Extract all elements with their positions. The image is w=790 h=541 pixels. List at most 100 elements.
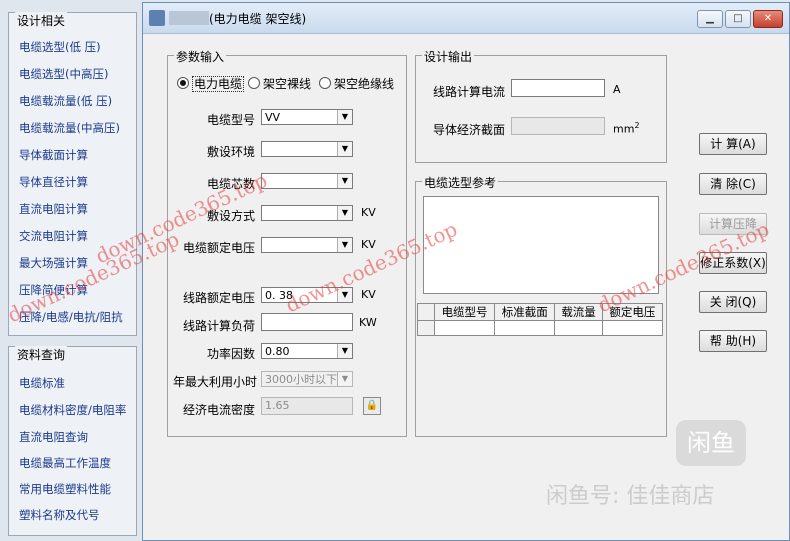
hours-select[interactable]: 3000小时以下 ▼ <box>261 371 353 387</box>
xianyu-watermark-text: 闲鱼号: 佳佳商店 <box>546 484 715 509</box>
help-button[interactable]: 帮 助(H) <box>699 330 767 352</box>
calculate-button[interactable]: 计 算(A) <box>699 133 767 155</box>
reference-table-header: 电缆型号 标准截面 载流量 额定电压 <box>417 303 664 321</box>
method-label: 敷设方式 <box>206 209 255 223</box>
radio-power-cable[interactable]: 电力电缆 <box>177 75 245 92</box>
cores-select[interactable]: ▼ <box>261 173 353 189</box>
reference-table: 电缆型号 标准截面 载流量 额定电压 <box>417 303 664 336</box>
rated-voltage-label: 电缆额定电压 <box>182 241 255 255</box>
current-output[interactable] <box>511 79 605 97</box>
load-input[interactable] <box>261 313 353 331</box>
cable-model-label: 电缆型号 <box>206 113 255 127</box>
output-fieldset: 设计输出 <box>415 48 667 163</box>
hours-label: 年最大利用小时 <box>173 375 258 389</box>
section-unit-sup: 2 <box>634 121 640 130</box>
window-title: (电力电缆 架空线) <box>209 12 307 26</box>
line-voltage-value: 0. 38 <box>265 289 293 302</box>
table-cell <box>433 320 496 336</box>
radio-dot <box>319 77 331 89</box>
chevron-down-icon: ▼ <box>337 288 352 302</box>
reference-textarea[interactable] <box>423 196 659 294</box>
nav-item-cable-select-high[interactable]: 电缆选型(中高压) <box>19 66 108 82</box>
nav-item-max-temp[interactable]: 电缆最高工作温度 <box>19 455 111 471</box>
col-header-ampacity: 载流量 <box>554 303 603 321</box>
nav-item-dc-resistance[interactable]: 直流电阻计算 <box>19 201 88 217</box>
rated-voltage-unit: KV <box>361 238 376 251</box>
table-row[interactable] <box>417 320 664 336</box>
clear-button[interactable]: 清 除(C) <box>699 173 767 195</box>
line-voltage-unit: KV <box>361 288 376 301</box>
cable-model-value: VV <box>265 111 281 124</box>
nav-item-dc-resistance-query[interactable]: 直流电阻查询 <box>19 429 88 445</box>
line-voltage-label: 线路额定电压 <box>182 291 255 305</box>
data-group-title: 资料查询 <box>15 346 68 363</box>
col-header-model: 电缆型号 <box>433 303 496 321</box>
env-label: 敷设环境 <box>206 145 255 159</box>
close-window-button[interactable]: ✕ <box>753 10 783 28</box>
nav-item-plastic-names[interactable]: 塑料名称及代号 <box>19 507 100 523</box>
xianyu-logo: 闲鱼 <box>676 420 746 466</box>
chevron-down-icon: ▼ <box>337 142 352 156</box>
nav-item-section-calc[interactable]: 导体截面计算 <box>19 147 88 163</box>
voltage-drop-button[interactable]: 计算压降 <box>699 213 767 235</box>
nav-item-ampacity-low[interactable]: 电缆载流量(低 压) <box>19 93 112 109</box>
power-factor-value: 0.80 <box>265 345 290 358</box>
chevron-down-icon: ▼ <box>337 344 352 358</box>
design-group-title: 设计相关 <box>15 12 68 29</box>
nav-item-cable-standard[interactable]: 电缆标准 <box>19 375 65 391</box>
col-header-blank <box>417 303 435 321</box>
nav-item-ac-resistance[interactable]: 交流电阻计算 <box>19 228 88 244</box>
section-output[interactable] <box>511 117 605 135</box>
title-redacted <box>169 11 209 25</box>
method-unit: KV <box>361 206 376 219</box>
nav-item-ampacity-high[interactable]: 电缆载流量(中高压) <box>19 120 120 136</box>
chevron-down-icon: ▼ <box>337 174 352 188</box>
nav-item-plastic-performance[interactable]: 常用电缆塑料性能 <box>19 481 111 497</box>
chevron-down-icon: ▼ <box>337 110 352 124</box>
chevron-down-icon: ▼ <box>337 238 352 252</box>
design-group: 设计相关 电缆选型(低 压) 电缆选型(中高压) 电缆载流量(低 压) 电缆载流… <box>8 12 137 336</box>
line-voltage-select[interactable]: 0. 38 ▼ <box>261 287 353 303</box>
nav-item-material-density[interactable]: 电缆材料密度/电阻率 <box>19 402 126 418</box>
title-bar[interactable]: (电力电缆 架空线) ▁ □ ✕ <box>143 3 789 34</box>
load-unit: KW <box>359 316 377 329</box>
rated-voltage-select[interactable]: ▼ <box>261 237 353 253</box>
minimize-button[interactable]: ▁ <box>697 10 723 28</box>
nav-item-diameter-calc[interactable]: 导体直径计算 <box>19 174 88 190</box>
radio-insulated-overhead[interactable]: 架空绝缘线 <box>319 75 394 92</box>
radio-dot-selected <box>177 77 189 89</box>
reference-legend: 电缆选型参考 <box>422 174 499 191</box>
env-select[interactable]: ▼ <box>261 141 353 157</box>
hours-value: 3000小时以下 <box>265 373 337 386</box>
radio-insulated-overhead-label: 架空绝缘线 <box>334 77 395 91</box>
data-group: 资料查询 电缆标准 电缆材料密度/电阻率 直流电阻查询 电缆最高工作温度 常用电… <box>8 346 137 536</box>
nav-item-voltage-drop-simple[interactable]: 压降简便计算 <box>19 282 88 298</box>
radio-power-cable-label: 电力电缆 <box>192 76 245 92</box>
nav-item-cable-select-low[interactable]: 电缆选型(低 压) <box>19 39 101 55</box>
table-cell <box>494 320 556 336</box>
app-icon <box>149 10 165 26</box>
chevron-down-icon: ▼ <box>337 206 352 220</box>
current-unit: A <box>613 83 621 96</box>
power-factor-label: 功率因数 <box>206 347 255 361</box>
power-factor-select[interactable]: 0.80 ▼ <box>261 343 353 359</box>
correction-factor-button[interactable]: 修正系数(X) <box>699 252 767 274</box>
col-header-section: 标准截面 <box>494 303 556 321</box>
radio-bare-overhead[interactable]: 架空裸线 <box>248 75 311 92</box>
load-label: 线路计算负荷 <box>182 319 255 333</box>
nav-item-max-field[interactable]: 最大场强计算 <box>19 255 88 271</box>
table-cell <box>601 320 664 336</box>
nav-item-drop-inductance[interactable]: 压降/电感/电抗/阻抗 <box>19 309 123 325</box>
close-button[interactable]: 关 闭(Q) <box>699 291 767 313</box>
section-unit: mm2 <box>613 121 640 136</box>
method-select[interactable]: ▼ <box>261 205 353 221</box>
table-cell <box>554 320 603 336</box>
cores-label: 电缆芯数 <box>206 177 255 191</box>
radio-dot <box>248 77 260 89</box>
section-label: 导体经济截面 <box>432 123 505 137</box>
section-unit-base: mm <box>613 122 635 136</box>
lock-icon[interactable]: 🔒 <box>363 397 381 415</box>
density-input[interactable]: 1.65 <box>261 397 353 415</box>
maximize-button[interactable]: □ <box>725 10 751 28</box>
cable-model-select[interactable]: VV ▼ <box>261 109 353 125</box>
